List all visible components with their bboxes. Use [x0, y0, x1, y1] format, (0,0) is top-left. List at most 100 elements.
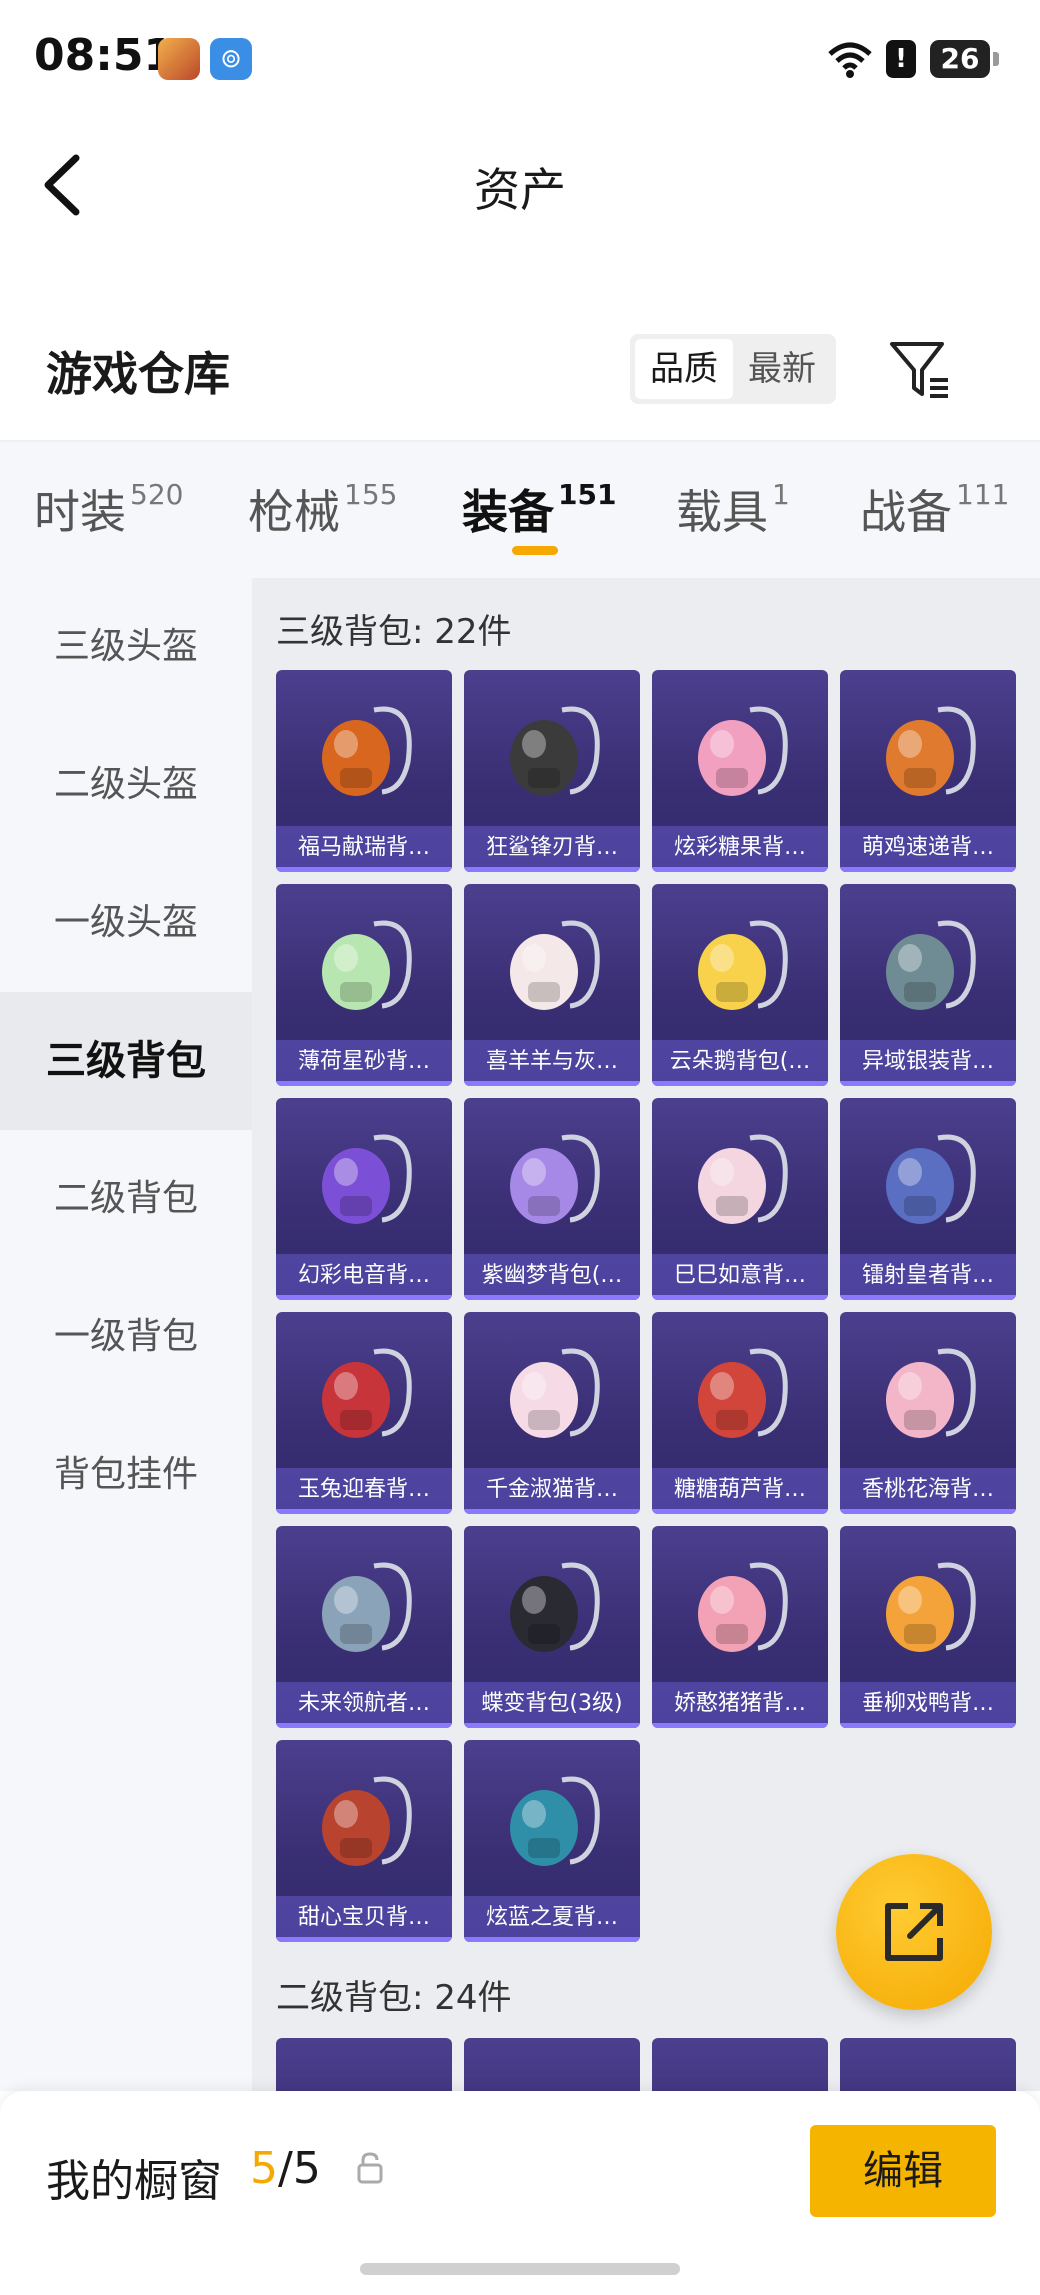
tab-combat-gear[interactable]: 战备 111: [860, 476, 1009, 542]
partial-item-card[interactable]: [652, 2038, 828, 2091]
category-tabs: 时装 520 枪械 155 装备 151 载具 1 战备 111: [0, 440, 1040, 580]
candy-gourd-backpack-icon: [698, 1348, 788, 1438]
sort-newest-button[interactable]: 最新: [733, 339, 831, 399]
tab-equipment[interactable]: 装备 151: [462, 476, 616, 542]
filter-icon[interactable]: [886, 336, 952, 402]
warehouse-header: 游戏仓库 品质 最新: [0, 320, 1040, 440]
battery-icon: 26: [930, 40, 990, 78]
item-name: 喜羊羊与灰…: [464, 1040, 640, 1086]
tab-vehicles[interactable]: 载具 1: [676, 476, 790, 542]
backpack-item-card[interactable]: 糖糖葫芦背…: [652, 1312, 828, 1514]
partial-item-card[interactable]: [276, 2038, 452, 2091]
asset-page: 08:51 ⊚ ! 26 资产 游戏仓库 品质 最新 时装 520 枪械 155…: [0, 0, 1040, 2295]
backpack-item-card[interactable]: 幻彩电音背…: [276, 1098, 452, 1300]
rarity-bar: [652, 1081, 828, 1086]
chick-courier-backpack-icon: [886, 706, 976, 796]
page-title: 资产: [474, 163, 566, 217]
backpack-item-card[interactable]: 喜羊羊与灰…: [464, 884, 640, 1086]
tab-fashion[interactable]: 时装 520: [34, 476, 183, 542]
snake-ruyi-backpack-icon: [698, 1134, 788, 1224]
backpack-item-card[interactable]: 福马献瑞背…: [276, 670, 452, 872]
sort-toggle: 品质 最新: [630, 334, 836, 404]
rarity-bar: [652, 1509, 828, 1514]
share-export-icon: [885, 1903, 943, 1961]
rarity-bar: [652, 1723, 828, 1728]
showcase-count: 5/5: [250, 2143, 321, 2194]
sidebar-item-lv3-backpack[interactable]: 三级背包: [0, 992, 252, 1130]
partial-item-card[interactable]: [464, 2038, 640, 2091]
edit-button[interactable]: 编辑: [810, 2125, 996, 2217]
lock-icon: [357, 2152, 383, 2184]
backpack-item-card[interactable]: 炫蓝之夏背…: [464, 1740, 640, 1942]
sidebar-item-lv3-helmet[interactable]: 三级头盔: [0, 578, 252, 716]
electro-disc-backpack-icon: [322, 1134, 412, 1224]
backpack-item-card[interactable]: 云朵鹅背包(…: [652, 884, 828, 1086]
backpack-item-card[interactable]: 蝶变背包(3级): [464, 1526, 640, 1728]
tab-count: 1: [772, 478, 790, 511]
backpack-item-card[interactable]: 香桃花海背…: [840, 1312, 1016, 1514]
jade-rabbit-backpack-icon: [322, 1348, 412, 1438]
sidebar-item-lv1-backpack[interactable]: 一级背包: [0, 1268, 252, 1406]
sort-quality-button[interactable]: 品质: [635, 339, 733, 399]
backpack-item-card[interactable]: 紫幽梦背包(…: [464, 1098, 640, 1300]
candy-donut-backpack-icon: [698, 706, 788, 796]
silver-armor-backpack-icon: [886, 920, 976, 1010]
rarity-bar: [276, 1295, 452, 1300]
item-name: 福马献瑞背…: [276, 826, 452, 872]
item-name: 千金淑猫背…: [464, 1468, 640, 1514]
backpack-item-card[interactable]: 炫彩糖果背…: [652, 670, 828, 872]
rarity-bar: [840, 1081, 1016, 1086]
item-name: 娇憨猪猪背…: [652, 1682, 828, 1728]
battery-tip: [993, 52, 999, 66]
sidebar-item-backpack-charm[interactable]: 背包挂件: [0, 1406, 252, 1544]
rarity-bar: [464, 1509, 640, 1514]
sidebar-item-lv2-backpack[interactable]: 二级背包: [0, 1130, 252, 1268]
sidebar-item-lv2-helmet[interactable]: 二级头盔: [0, 716, 252, 854]
rarity-bar: [652, 1295, 828, 1300]
rarity-bar: [276, 1081, 452, 1086]
item-name: 薄荷星砂背…: [276, 1040, 452, 1086]
item-name: 炫彩糖果背…: [652, 826, 828, 872]
backpack-item-card[interactable]: 薄荷星砂背…: [276, 884, 452, 1086]
rarity-bar: [840, 1509, 1016, 1514]
sidebar-item-lv1-helmet[interactable]: 一级头盔: [0, 854, 252, 992]
top-header: 资产: [0, 120, 1040, 250]
mint-star-backpack-icon: [322, 920, 412, 1010]
share-button[interactable]: [836, 1854, 992, 2010]
rarity-bar: [464, 1723, 640, 1728]
tab-label: 时装: [34, 485, 126, 539]
partial-item-card[interactable]: [840, 2038, 1016, 2091]
backpack-item-card[interactable]: 未来领航者…: [276, 1526, 452, 1728]
backpack-item-card[interactable]: 巳巳如意背…: [652, 1098, 828, 1300]
item-name: 狂鲨锋刃背…: [464, 826, 640, 872]
tab-guns[interactable]: 枪械 155: [248, 476, 397, 542]
backpack-item-card[interactable]: 垂柳戏鸭背…: [840, 1526, 1016, 1728]
tab-count: 520: [130, 478, 184, 511]
item-name: 异域银装背…: [840, 1040, 1016, 1086]
backpack-item-card[interactable]: 异域银装背…: [840, 884, 1016, 1086]
peach-flower-backpack-icon: [886, 1348, 976, 1438]
sheep-backpack-icon: [510, 920, 600, 1010]
blue-summer-backpack-icon: [510, 1776, 600, 1866]
backpack-item-card[interactable]: 镭射皇者背…: [840, 1098, 1016, 1300]
backpack-item-card[interactable]: 狂鲨锋刃背…: [464, 670, 640, 872]
rarity-bar: [840, 867, 1016, 872]
backpack-item-card[interactable]: 萌鸡速递背…: [840, 670, 1016, 872]
backpack-item-card[interactable]: 玉兔迎春背…: [276, 1312, 452, 1514]
rarity-bar: [652, 867, 828, 872]
rarity-bar: [276, 1937, 452, 1942]
backpack-item-card[interactable]: 千金淑猫背…: [464, 1312, 640, 1514]
item-name: 香桃花海背…: [840, 1468, 1016, 1514]
item-name: 垂柳戏鸭背…: [840, 1682, 1016, 1728]
item-name: 萌鸡速递背…: [840, 826, 1016, 872]
backpack-item-card[interactable]: 甜心宝贝背…: [276, 1740, 452, 1942]
backpack-item-card[interactable]: 娇憨猪猪背…: [652, 1526, 828, 1728]
cloud-goose-backpack-icon: [698, 920, 788, 1010]
section-title-lv3-backpack: 三级背包: 22件: [276, 612, 512, 652]
wifi-icon: [828, 42, 872, 78]
future-navigator-backpack-icon: [322, 1562, 412, 1652]
rarity-bar: [276, 1509, 452, 1514]
item-name: 幻彩电音背…: [276, 1254, 452, 1300]
rarity-bar: [464, 867, 640, 872]
item-name: 镭射皇者背…: [840, 1254, 1016, 1300]
